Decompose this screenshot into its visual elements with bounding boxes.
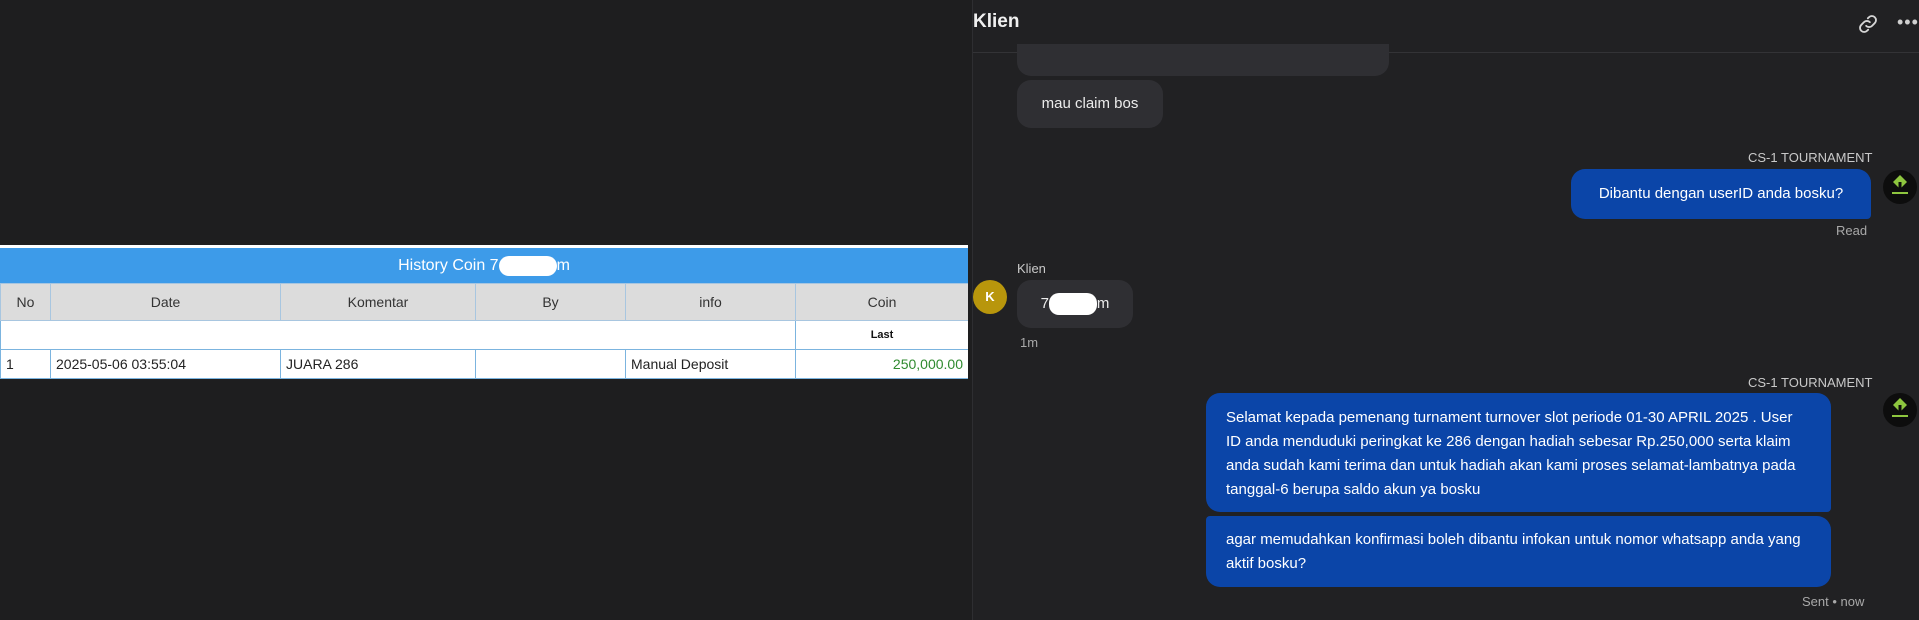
message-text-suffix: m xyxy=(1096,295,1110,312)
message-bubble-cutoff xyxy=(1017,44,1389,76)
sender-label: Klien xyxy=(1017,261,1046,276)
message-time: 1m xyxy=(1020,335,1039,350)
message-text: agar memudahkan konfirmasi boleh dibantu… xyxy=(1226,531,1801,572)
cell-no: 1 xyxy=(0,349,51,379)
agent-label: CS-1 TOURNAMENT xyxy=(1748,375,1873,390)
message-text-prefix: 7 xyxy=(1040,295,1049,312)
chat-title: Klien xyxy=(973,11,1020,32)
outgoing-message: Dibantu dengan userID anda bosku? xyxy=(1571,169,1871,219)
table-subheader-row: Last xyxy=(0,320,968,350)
column-header-komentar[interactable]: Komentar xyxy=(280,283,476,321)
outgoing-message: agar memudahkan konfirmasi boleh dibantu… xyxy=(1206,516,1831,587)
link-icon[interactable] xyxy=(1857,13,1879,35)
cell-coin: 250,000.00 xyxy=(795,349,968,379)
history-coin-table: No Date Komentar By info Coin Last 1 202… xyxy=(0,283,968,379)
agent-logo-icon xyxy=(1892,398,1908,417)
message-text: Selamat kepada pemenang turnament turnov… xyxy=(1226,409,1796,498)
agent-avatar xyxy=(1883,393,1917,427)
table-row: 1 2025-05-06 03:55:04 JUARA 286 Manual D… xyxy=(0,349,968,379)
column-header-no[interactable]: No xyxy=(0,283,51,321)
cell-info: Manual Deposit xyxy=(625,349,796,379)
cell-by xyxy=(475,349,626,379)
history-coin-table-container: History Coin 7 m No Date Komentar By info… xyxy=(0,245,968,379)
column-header-info[interactable]: info xyxy=(625,283,796,321)
client-avatar: K xyxy=(973,280,1007,314)
column-header-coin[interactable]: Coin xyxy=(795,283,968,321)
more-options-icon[interactable]: ••• xyxy=(1897,12,1919,33)
title-prefix: History Coin 7 xyxy=(398,257,499,274)
incoming-message: 7m xyxy=(1017,280,1133,328)
subheader-last: Last xyxy=(795,320,968,350)
column-header-by[interactable]: By xyxy=(475,283,626,321)
title-suffix: m xyxy=(556,257,570,274)
column-header-date[interactable]: Date xyxy=(50,283,281,321)
history-coin-title: History Coin 7 m xyxy=(0,248,968,283)
message-text: Dibantu dengan userID anda bosku? xyxy=(1598,185,1844,202)
outgoing-message: Selamat kepada pemenang turnament turnov… xyxy=(1206,393,1831,512)
redaction-mark xyxy=(1048,293,1097,316)
agent-label: CS-1 TOURNAMENT xyxy=(1748,150,1873,165)
incoming-message: mau claim bos xyxy=(1017,80,1163,128)
message-status-sent: Sent • now xyxy=(1802,594,1865,609)
cell-komentar: JUARA 286 xyxy=(280,349,476,379)
redaction-mark xyxy=(498,255,557,276)
chat-panel: Klien ••• mau claim bos CS-1 TOURNAMENT … xyxy=(972,0,1919,620)
table-header-row: No Date Komentar By info Coin xyxy=(0,283,968,321)
message-text: mau claim bos xyxy=(1041,95,1139,112)
message-status-read: Read xyxy=(1836,223,1868,238)
history-coin-panel: History Coin 7 m No Date Komentar By info… xyxy=(0,0,972,620)
subheader-empty-cell xyxy=(0,320,796,350)
cell-date: 2025-05-06 03:55:04 xyxy=(50,349,281,379)
agent-avatar xyxy=(1883,170,1917,204)
agent-logo-icon xyxy=(1892,175,1908,194)
